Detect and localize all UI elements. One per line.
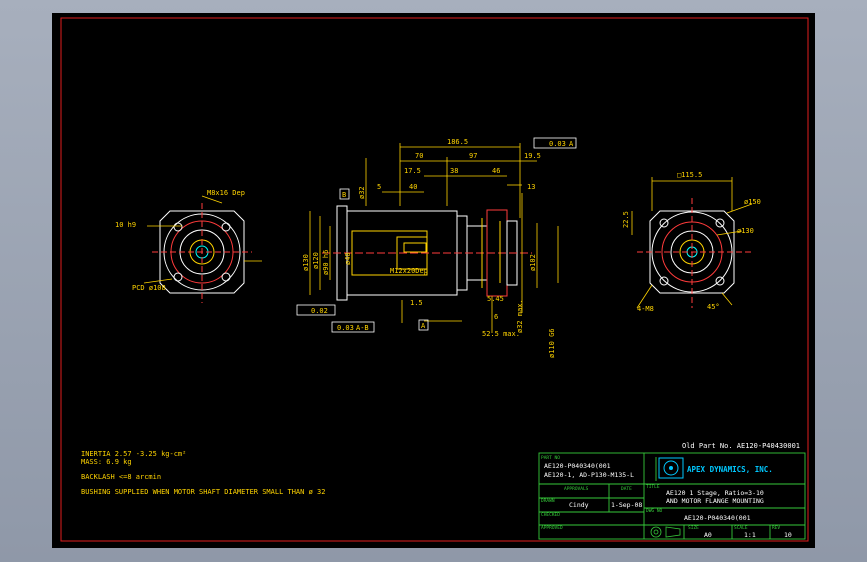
tol-ab: A-B: [356, 324, 369, 332]
dim-45-deg: 45°: [707, 303, 720, 311]
spec-backlash: BACKLASH <=8 arcmin: [81, 473, 161, 481]
scale-value: 1:1: [744, 531, 756, 539]
dim-phi120: ø120: [312, 252, 320, 269]
dim-4-m8: 4-M8: [637, 305, 654, 313]
label-part-no: PART NO: [541, 455, 560, 461]
side-view: [322, 205, 532, 301]
part-no-2: AE120-1, AD-P130-M135-L: [544, 471, 634, 479]
tol-a-ref: A: [569, 140, 574, 148]
tol-003: 0.03: [549, 140, 566, 148]
front-view-right: [637, 198, 752, 308]
title-line-2: AND MOTOR FLANGE MOUNTING: [666, 497, 764, 505]
label-checked: CHECKED: [541, 512, 560, 518]
dim-186-5: 186.5: [447, 138, 468, 146]
drawn-by: Cindy: [569, 501, 589, 509]
label-dwg-no: DWG NO: [646, 508, 663, 514]
title-line-1: AE120 1 Stage, Ratio=3-10: [666, 489, 764, 497]
dim-5-45: 5.45: [487, 295, 504, 303]
tol-002: 0.02: [311, 307, 328, 315]
dim-phi130-right: ø130: [737, 227, 754, 235]
dim-phi110: ø110 G6: [548, 328, 556, 358]
rev-value: 10: [784, 531, 792, 539]
datum-b: B: [342, 191, 346, 199]
dim-phi32: ø32: [358, 186, 366, 199]
dim-46: 46: [492, 167, 500, 175]
dim-phi40: ø40: [344, 252, 352, 265]
part-no-1: AE120-P040340(001: [544, 462, 611, 470]
dim-phi90: ø90 h6: [322, 250, 330, 275]
projection-symbol-icon: [650, 526, 681, 538]
dim-keyway: 10 h9: [115, 221, 136, 229]
drawing-sheet: M8x16 Dep 10 h9 PCD ø108 186.5 70 97 19.…: [52, 13, 815, 548]
dim-17-5: 17.5: [404, 167, 421, 175]
drawn-date: 1-Sep-08: [611, 501, 642, 509]
company-logo-icon: [658, 457, 684, 479]
datum-a: A: [421, 322, 426, 330]
sheet-border: [60, 17, 809, 542]
dim-pcd: PCD ø108: [132, 284, 166, 292]
spec-inertia: INERTIA 2.57 -3.25 kg-cm²: [81, 450, 186, 458]
dim-phi102: ø102: [529, 254, 537, 271]
dim-19-5: 19.5: [524, 152, 541, 160]
old-part-no: Old Part No. AE120-P40430001: [682, 442, 800, 450]
spec-bushing: BUSHING SUPPLIED WHEN MOTOR SHAFT DIAMET…: [81, 488, 325, 496]
label-rev: REV: [772, 525, 780, 531]
label-approved: APPROVED: [541, 525, 563, 531]
dim-m8x16: M8x16 Dep: [207, 189, 245, 197]
dwg-no: AE120-P040340(001: [684, 514, 751, 522]
dim-70: 70: [415, 152, 423, 160]
dim-m12: M12x20Dep: [390, 267, 428, 275]
dim-1-5: 1.5: [410, 299, 423, 307]
label-title: TITLE: [646, 484, 660, 490]
dim-97: 97: [469, 152, 477, 160]
label-size: SIZE: [688, 525, 699, 531]
dim-38: 38: [450, 167, 458, 175]
dim-5: 5: [377, 183, 381, 191]
dim-phi130: ø130: [302, 254, 310, 271]
label-approvals: APPROVALS: [564, 486, 589, 492]
dim-phi150: ø150: [744, 198, 761, 206]
dim-sq115: □115.5: [677, 171, 702, 179]
label-date: DATE: [621, 486, 632, 492]
spec-mass: MASS: 6.9 kg: [81, 458, 132, 466]
tolerance-frames: [296, 137, 577, 333]
dim-40: 40: [409, 183, 417, 191]
dim-13: 13: [527, 183, 535, 191]
dim-6: 6: [494, 313, 498, 321]
front-view-left: [152, 203, 252, 303]
label-drawn: DRAWN: [541, 498, 555, 504]
dim-phi32-max: ø32 max.: [516, 299, 524, 333]
company-name: APEX DYNAMICS, INC.: [687, 465, 773, 474]
tol-003-b: 0.03: [337, 324, 354, 332]
size-value: A0: [704, 531, 712, 539]
dim-52-5: 52.5 max.: [482, 330, 520, 338]
dim-22-5: 22.5: [622, 211, 630, 228]
drawing-canvas: M8x16 Dep 10 h9 PCD ø108 186.5 70 97 19.…: [60, 17, 809, 542]
cad-viewport: M8x16 Dep 10 h9 PCD ø108 186.5 70 97 19.…: [0, 0, 867, 562]
